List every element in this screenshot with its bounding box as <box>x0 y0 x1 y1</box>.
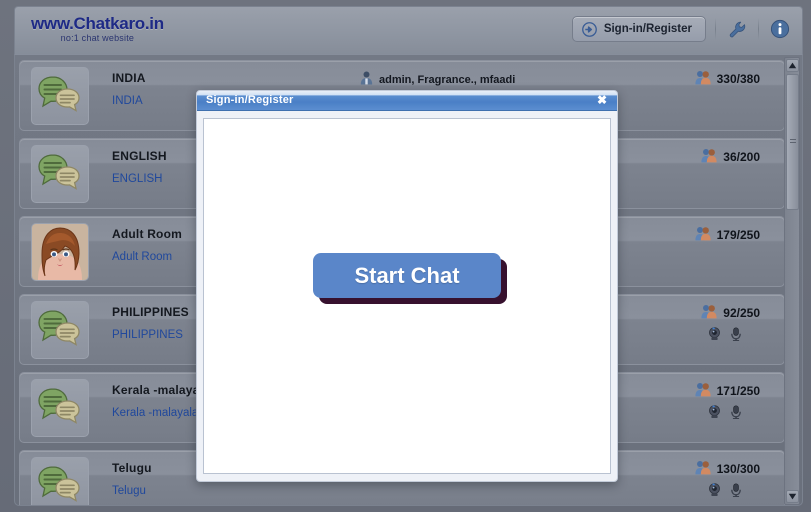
start-chat-button[interactable]: Start Chat <box>313 253 501 298</box>
room-count-label: 171/250 <box>716 384 760 398</box>
room-user-count: 171/250 <box>695 382 760 400</box>
room-enter-link[interactable]: Kerala -malayalam <box>112 407 208 419</box>
scrollbar-thumb[interactable] <box>786 74 799 210</box>
signin-register-button[interactable]: Sign-in/Register <box>571 16 706 42</box>
scrollbar-grip <box>790 139 796 145</box>
people-icon <box>695 382 711 400</box>
webcam-icon <box>709 327 720 340</box>
room-enter-link[interactable]: INDIA <box>112 95 143 107</box>
room-count-label: 92/250 <box>723 306 760 320</box>
microphone-icon <box>730 483 742 502</box>
room-admins-label: admin, Fragrance., mfaadi <box>379 73 516 86</box>
enter-arrow-icon <box>581 21 597 37</box>
room-user-count: 92/250 <box>701 304 760 322</box>
chat-bubbles-icon <box>38 388 80 424</box>
signin-register-dialog: Sign-in/Register ✖ Start Chat <box>196 90 618 482</box>
people-icon <box>695 226 711 244</box>
room-avatar[interactable] <box>31 145 89 203</box>
vertical-scrollbar[interactable] <box>784 57 800 505</box>
chat-bubbles-icon <box>38 466 80 502</box>
header-actions: Sign-in/Register <box>571 16 792 42</box>
room-media-icons <box>708 327 742 346</box>
people-icon <box>695 227 711 241</box>
microphone-icon <box>731 327 741 342</box>
room-user-count: 130/300 <box>695 460 760 478</box>
application-window: www.Chatkaro.in no:1 chat website Sign-i… <box>0 0 811 512</box>
room-avatar[interactable] <box>31 301 89 359</box>
room-count-label: 330/380 <box>716 72 760 86</box>
logo-tagline: no:1 chat website <box>60 33 135 43</box>
room-avatar[interactable] <box>31 67 89 125</box>
people-icon <box>695 70 711 88</box>
header-divider-1 <box>715 18 716 40</box>
microphone-icon <box>731 405 741 420</box>
room-count-label: 130/300 <box>716 462 760 476</box>
room-name: Telugu <box>112 461 152 475</box>
person-icon <box>360 71 373 85</box>
people-icon <box>695 461 711 475</box>
room-enter-link[interactable]: ENGLISH <box>112 173 163 185</box>
person-icon <box>360 71 373 88</box>
dialog-body: Start Chat <box>203 118 611 474</box>
close-icon[interactable]: ✖ <box>595 93 609 107</box>
people-icon <box>701 304 717 322</box>
girl-avatar-icon <box>32 224 88 280</box>
webcam-icon <box>708 405 721 424</box>
people-icon <box>695 71 711 85</box>
people-icon <box>701 148 717 166</box>
microphone-icon <box>731 483 741 498</box>
room-admins: admin, Fragrance., mfaadi <box>360 71 515 88</box>
dialog-title: Sign-in/Register <box>206 94 294 106</box>
webcam-icon <box>708 327 721 346</box>
webcam-icon <box>709 483 720 496</box>
room-enter-link[interactable]: Telugu <box>112 485 146 497</box>
people-icon <box>701 149 717 163</box>
signin-register-label: Sign-in/Register <box>603 23 692 35</box>
room-enter-link[interactable]: Adult Room <box>112 251 172 263</box>
people-icon <box>701 305 717 319</box>
room-count-label: 36/200 <box>723 150 760 164</box>
wrench-icon[interactable] <box>725 17 749 41</box>
logo-title: www.Chatkaro.in <box>31 14 164 33</box>
room-media-icons <box>708 483 742 502</box>
scroll-up-button[interactable] <box>786 59 799 72</box>
room-name: PHILIPPINES <box>112 305 189 319</box>
webcam-icon <box>708 483 721 502</box>
info-icon[interactable] <box>768 17 792 41</box>
people-icon <box>695 460 711 478</box>
room-media-icons <box>708 405 742 424</box>
start-chat-wrapper: Start Chat <box>313 253 507 304</box>
scroll-down-button[interactable] <box>786 490 799 503</box>
room-name: ENGLISH <box>112 149 167 163</box>
chat-bubbles-icon <box>38 154 80 190</box>
site-logo[interactable]: www.Chatkaro.in no:1 chat website <box>31 14 164 43</box>
header-divider-2 <box>758 18 759 40</box>
microphone-icon <box>730 327 742 346</box>
people-icon <box>695 383 711 397</box>
chat-bubbles-icon <box>38 310 80 346</box>
room-name: Adult Room <box>112 227 182 241</box>
room-user-count: 179/250 <box>695 226 760 244</box>
room-avatar[interactable] <box>31 379 89 437</box>
chat-bubbles-icon <box>38 76 80 112</box>
microphone-icon <box>730 405 742 424</box>
webcam-icon <box>709 405 720 418</box>
dialog-title-bar: Sign-in/Register ✖ <box>197 91 617 111</box>
room-user-count: 36/200 <box>701 148 760 166</box>
room-enter-link[interactable]: PHILIPPINES <box>112 329 183 341</box>
site-header: www.Chatkaro.in no:1 chat website Sign-i… <box>14 6 803 54</box>
room-count-label: 179/250 <box>716 228 760 242</box>
room-avatar[interactable] <box>31 457 89 505</box>
room-user-count: 330/380 <box>695 70 760 88</box>
room-name: INDIA <box>112 71 146 85</box>
room-avatar[interactable] <box>31 223 89 281</box>
